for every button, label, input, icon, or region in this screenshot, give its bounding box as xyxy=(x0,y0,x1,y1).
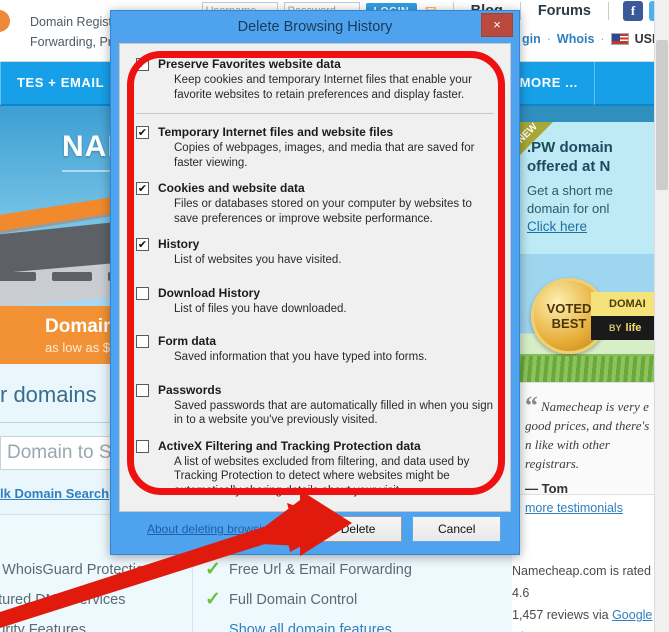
testimonial-line-3: like with other registrars. xyxy=(525,437,610,471)
testimonial-block: “ Namecheap is very e good prices, and t… xyxy=(513,382,657,496)
divider xyxy=(608,2,609,20)
option-label: Temporary Internet files and website fil… xyxy=(158,125,394,139)
option-description: A list of websites excluded from filteri… xyxy=(174,455,470,497)
browser-vertical-scrollbar[interactable] xyxy=(654,0,669,632)
promo-body-line-1: Get a short me xyxy=(527,183,613,198)
feature-item: eatured DNS Services xyxy=(0,592,126,608)
rating-line-2: 1,457 reviews via Google Che xyxy=(512,604,669,632)
cancel-button[interactable]: Cancel xyxy=(412,516,501,542)
divider xyxy=(192,545,193,632)
quote-mark-icon: “ xyxy=(525,391,538,420)
award-badge-banner: VOTED BEST DOMAI BY life xyxy=(513,254,657,382)
forums-link[interactable]: Forums xyxy=(529,3,600,19)
about-deleting-history-link[interactable]: About deleting browsing history xyxy=(147,522,314,536)
checkbox-download-history[interactable] xyxy=(136,286,149,300)
right-sidebar: NEW .PW domain offered at N Get a short … xyxy=(512,106,657,526)
rating-block: Namecheap.com is rated 4.6 1,457 reviews… xyxy=(512,560,669,632)
us-flag-icon xyxy=(610,33,629,45)
option-history[interactable]: ✔ History List of websites you have visi… xyxy=(136,237,494,268)
promo-body-line-2: domain for onl xyxy=(527,201,610,216)
option-description: List of files you have downloaded. xyxy=(174,302,347,315)
medal-line-1: VOTED xyxy=(546,301,592,316)
option-description: Copies of webpages, images, and media th… xyxy=(174,142,475,169)
option-label: Passwords xyxy=(158,382,222,397)
bullet-separator: · xyxy=(600,32,605,46)
promo-click-here-link[interactable]: Click here xyxy=(527,219,587,234)
features-column-right: ✓ Free Url & Email Forwarding ✓ Full Dom… xyxy=(205,555,412,632)
grass-decoration xyxy=(513,356,657,382)
option-label: Preserve Favorites website data xyxy=(158,57,341,71)
award-banner-title: DOMAI xyxy=(591,292,657,316)
namecheap-logo-icon[interactable] xyxy=(0,10,10,32)
medal-line-2: BEST xyxy=(551,316,587,331)
feature-item: ✓ Full Domain Control xyxy=(205,585,412,615)
divider xyxy=(136,113,494,114)
checkbox-form-data[interactable] xyxy=(136,335,149,348)
login-link[interactable]: gin xyxy=(522,32,541,46)
bulk-domain-search-link[interactable]: lk Domain Search xyxy=(0,486,109,501)
option-label: History xyxy=(158,237,200,251)
delete-button[interactable]: Delete xyxy=(313,516,403,542)
award-by-label: BY xyxy=(609,323,622,333)
dialog-title: Delete Browsing History xyxy=(237,19,393,35)
option-form-data[interactable]: Form data Saved information that you hav… xyxy=(136,334,494,365)
checkbox-cookies-and-website-data[interactable]: ✔ xyxy=(136,182,149,195)
more-testimonials-link[interactable]: more testimonials xyxy=(513,494,657,515)
option-preserve-favorites[interactable]: ✔ Preserve Favorites website data Keep c… xyxy=(136,57,494,102)
dialog-footer: About deleting browsing history Delete C… xyxy=(119,512,511,546)
checkbox-passwords[interactable] xyxy=(136,383,149,397)
feature-item: Show all domain features ... xyxy=(205,615,412,632)
close-icon[interactable]: × xyxy=(481,13,513,37)
option-label: Form data xyxy=(158,334,217,348)
screenshot-root: Domain Registrat Forwarding, Priva Usern… xyxy=(0,0,669,632)
feature-item: ee WhoisGuard Protection* xyxy=(0,562,158,578)
option-passwords[interactable]: Passwords Saved passwords that are autom… xyxy=(136,383,494,428)
option-label: Download History xyxy=(158,285,261,300)
feature-label: Full Domain Control xyxy=(229,592,358,608)
checkbox-preserve-favorites[interactable]: ✔ xyxy=(136,58,149,71)
scrollbar-thumb[interactable] xyxy=(656,40,668,190)
show-all-features-link[interactable]: Show all domain features ... xyxy=(229,622,408,632)
testimonial-text: Namecheap is very e good prices, and the… xyxy=(525,397,651,473)
feature-item: ecurity Features xyxy=(0,622,86,632)
feature-label: Free Url & Email Forwarding xyxy=(229,562,412,578)
features-column-left: ee WhoisGuard Protection* eatured DNS Se… xyxy=(0,555,158,632)
option-cookies-and-website-data[interactable]: ✔ Cookies and website data Files or data… xyxy=(136,181,494,226)
secondary-utility-row: gin · Whois · USD xyxy=(522,32,661,46)
rating-line-1: Namecheap.com is rated 4.6 xyxy=(512,564,651,600)
option-description: Saved information that you have typed in… xyxy=(174,351,428,363)
option-download-history[interactable]: Download History List of files you have … xyxy=(136,286,494,317)
option-label: ActiveX Filtering and Tracking Protectio… xyxy=(158,438,421,453)
promo-body: Get a short me domain for onl xyxy=(527,182,651,218)
whois-link[interactable]: Whois xyxy=(557,32,595,46)
pw-domain-promo[interactable]: NEW .PW domain offered at N Get a short … xyxy=(513,122,657,254)
option-description: Saved passwords that are automatically f… xyxy=(174,399,493,427)
option-temporary-internet-files[interactable]: ✔ Temporary Internet files and website f… xyxy=(136,125,494,170)
option-description: Keep cookies and temporary Internet file… xyxy=(174,74,472,101)
rating-review-count: 1,457 reviews via xyxy=(512,608,613,622)
testimonial-line-1: Namecheap is very e xyxy=(541,399,649,414)
nav-item-sites-email[interactable]: TES + EMAIL xyxy=(0,61,122,105)
award-banner-brand: BY life xyxy=(591,316,657,340)
dialog-title-bar: Delete Browsing History × xyxy=(111,11,519,43)
option-description: Files or databases stored on your comput… xyxy=(174,198,472,225)
option-activex-filtering[interactable]: ActiveX Filtering and Tracking Protectio… xyxy=(136,439,494,499)
checkmark-icon: ✓ xyxy=(205,589,221,610)
checkbox-history[interactable]: ✔ xyxy=(136,238,149,251)
checkbox-activex-filtering[interactable] xyxy=(136,439,149,453)
facebook-icon[interactable]: f xyxy=(623,1,643,21)
option-label: Cookies and website data xyxy=(158,181,305,195)
delete-browsing-history-dialog: Delete Browsing History × ✔ Preserve Fav… xyxy=(110,10,520,555)
sidebar-header-bar xyxy=(513,106,657,122)
bullet-separator: · xyxy=(546,32,551,46)
feature-item: ✓ Free Url & Email Forwarding xyxy=(205,555,412,585)
option-description: List of websites you have visited. xyxy=(174,254,342,266)
checkbox-temporary-internet-files[interactable]: ✔ xyxy=(136,126,149,139)
checkmark-icon: ✓ xyxy=(205,559,221,580)
options-list: ✔ Preserve Favorites website data Keep c… xyxy=(119,43,511,512)
award-brand-label: life xyxy=(625,322,642,334)
